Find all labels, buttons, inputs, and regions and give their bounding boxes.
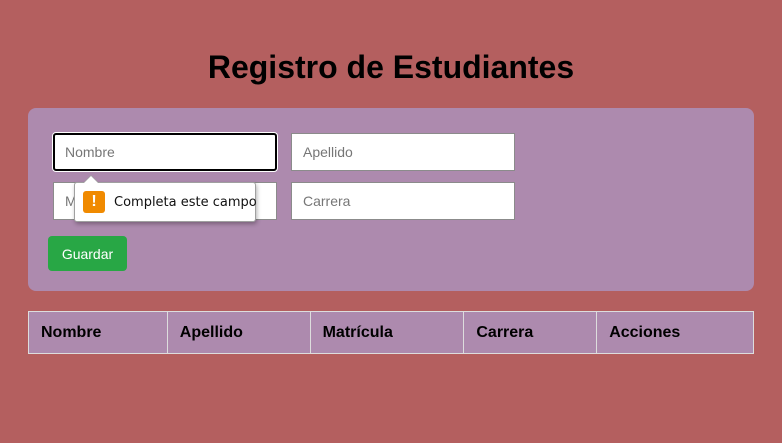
- column-header-matricula: Matrícula: [309, 311, 465, 354]
- save-button[interactable]: Guardar: [48, 236, 127, 271]
- nombre-input[interactable]: [53, 133, 277, 171]
- table-header-row: Nombre Apellido Matrícula Carrera Accion…: [28, 311, 754, 354]
- students-table: Nombre Apellido Matrícula Carrera Accion…: [28, 311, 754, 354]
- column-header-apellido: Apellido: [166, 311, 311, 354]
- validation-tooltip: ! Completa este campo: [74, 175, 257, 222]
- column-header-nombre: Nombre: [28, 311, 168, 354]
- warning-icon: !: [83, 191, 105, 213]
- column-header-carrera: Carrera: [463, 311, 598, 354]
- tooltip-arrow: [83, 175, 99, 183]
- page-title: Registro de Estudiantes: [207, 49, 575, 85]
- apellido-input[interactable]: [291, 133, 515, 171]
- tooltip-message: Completa este campo: [114, 194, 257, 210]
- carrera-input[interactable]: [291, 182, 515, 220]
- column-header-acciones: Acciones: [596, 311, 754, 354]
